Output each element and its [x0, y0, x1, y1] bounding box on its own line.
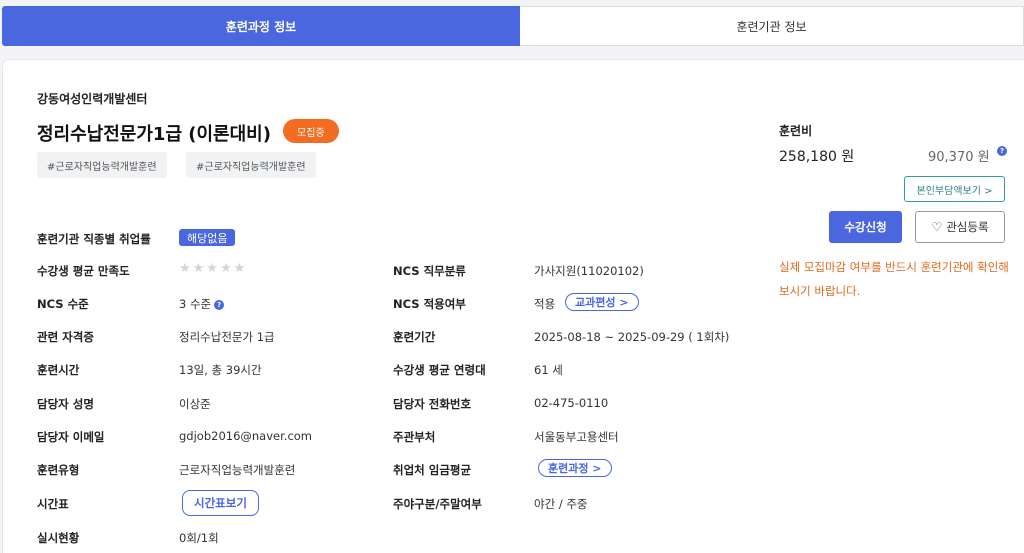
heart-icon: ♡: [931, 220, 943, 234]
fee-self-pay: 90,370 원: [928, 150, 990, 165]
ncs-category-label: NCS 직무분류: [393, 264, 466, 278]
fee-label: 훈련비: [779, 124, 813, 138]
authority-label: 주관부처: [393, 430, 436, 444]
tab-course-info[interactable]: 훈련과정 정보: [2, 6, 520, 46]
institution-name: 강동여성인력개발센터: [37, 92, 148, 106]
certificate-label: 관련 자격증: [37, 330, 94, 344]
ncs-applied-label: NCS 적용여부: [393, 297, 466, 311]
manager-name-value: 이상준: [179, 397, 211, 411]
training-hours-value: 13일, 총 39시간: [179, 363, 262, 377]
hashtag: #근로자직업능력개발훈련: [186, 152, 316, 178]
timetable-button[interactable]: 시간표보기: [182, 490, 259, 516]
day-night-value: 야간 / 주중: [534, 497, 588, 511]
training-type-value: 근로자직업능력개발훈련: [179, 463, 296, 477]
authority-value: 서울동부고용센터: [534, 430, 619, 444]
status-badge: 모집중: [283, 119, 339, 143]
curriculum-button[interactable]: 교과편성 >: [565, 293, 639, 311]
training-type-label: 훈련유형: [37, 463, 80, 477]
tab-institution-info[interactable]: 훈련기관 정보: [520, 6, 1024, 46]
avg-age-label: 수강생 평균 연령대: [393, 363, 486, 377]
tab-bar: 훈련과정 정보 훈련기관 정보: [2, 6, 1024, 46]
ncs-level-value: 3 수준?: [179, 296, 225, 312]
timetable-label: 시간표: [37, 497, 69, 511]
apply-button[interactable]: 수강신청: [829, 211, 902, 243]
status-label: 실시현황: [37, 531, 80, 545]
favorite-button[interactable]: ♡ 관심등록: [915, 211, 1005, 243]
ncs-level-label: NCS 수준: [37, 297, 89, 311]
info-icon[interactable]: ?: [997, 146, 1007, 156]
certificate-value: 정리수납전문가 1급: [179, 330, 275, 344]
manager-phone-value: 02-475-0110: [534, 396, 609, 410]
info-icon[interactable]: ?: [214, 299, 225, 310]
day-night-label: 주야구분/주말여부: [393, 497, 482, 511]
manager-name-label: 담당자 성명: [37, 397, 94, 411]
fee-total: 258,180 원: [779, 149, 855, 165]
satisfaction-label: 수강생 평균 만족도: [37, 264, 130, 278]
wage-label: 취업처 임금평균: [393, 463, 472, 477]
course-wage-button[interactable]: 훈련과정 >: [538, 459, 612, 477]
ncs-level-text: 3 수준: [179, 297, 212, 311]
employment-rate-label: 훈련기관 직종별 취업률: [37, 232, 151, 246]
course-card: 강동여성인력개발센터 정리수납전문가1급 (이론대비) 모집중 #근로자직업능력…: [2, 59, 1024, 553]
manager-email-label: 담당자 이메일: [37, 430, 105, 444]
self-pay-button[interactable]: 본인부담액보기 >: [904, 176, 1005, 202]
ncs-applied-value: 적용: [534, 297, 556, 311]
status-value: 0회/1회: [179, 531, 219, 545]
notice-text: 실제 모집마감 여부를 반드시 훈련기관에 확인해보시기 바랍니다.: [779, 260, 1009, 298]
ncs-category-value: 가사지원(11020102): [534, 264, 644, 278]
training-hours-label: 훈련시간: [37, 363, 80, 377]
avg-age-value: 61 세: [534, 363, 563, 377]
favorite-label: 관심등록: [946, 220, 989, 234]
employment-rate-badge: 해당없음: [179, 229, 236, 246]
course-title: 정리수납전문가1급 (이론대비): [37, 124, 271, 145]
rating-stars: ★★★★★: [179, 261, 248, 276]
manager-email-value: gdjob2016@naver.com: [179, 429, 313, 443]
training-period-label: 훈련기간: [393, 330, 436, 344]
manager-phone-label: 담당자 전화번호: [393, 397, 472, 411]
training-period-value: 2025-08-18 ~ 2025-09-29 ( 1회차): [534, 330, 730, 344]
hashtag: #근로자직업능력개발훈련: [37, 152, 167, 178]
